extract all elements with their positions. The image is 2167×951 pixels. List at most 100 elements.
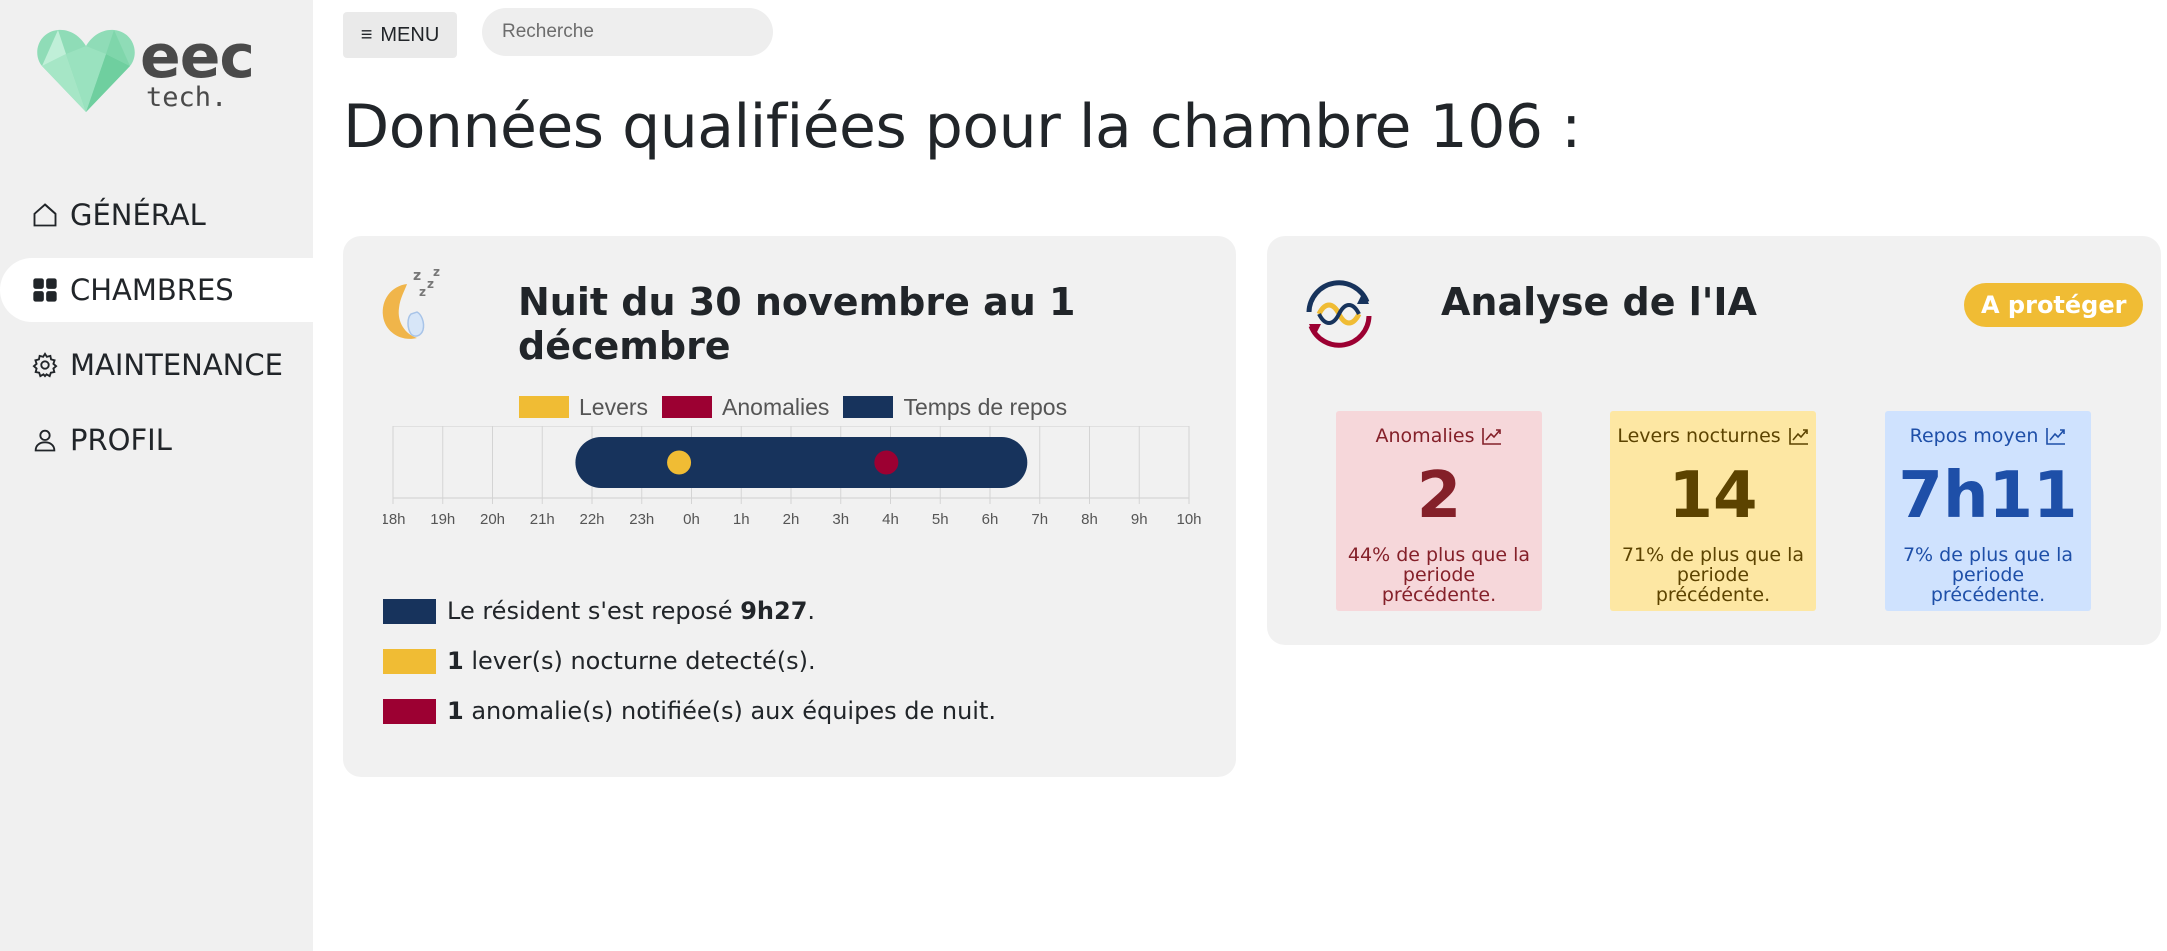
tile-note-line: 44% de plus que la [1347, 544, 1531, 566]
legend-repos[interactable]: Temps de repos [843, 394, 1067, 421]
legend-anomalies-label: Anomalies [722, 393, 830, 420]
tile-note-line: 71% de plus que la [1621, 544, 1805, 566]
night-card-title: Nuit du 30 novembre au 1 décembre [518, 280, 1076, 368]
legend-anomalies-swatch [662, 396, 713, 418]
legend-levers-swatch [519, 396, 569, 418]
tile-note: 44% de plus que la periode précédente. [1336, 545, 1542, 605]
tile-note-line: periode précédente. [1655, 564, 1771, 606]
menu-label: MENU [380, 23, 440, 46]
chart-tick-label: 8h [1081, 511, 1098, 528]
tile-value: 14 [1668, 459, 1758, 533]
chart-tick-label: 20h [480, 511, 505, 528]
sidebar-item-label: GÉNÉRAL [70, 198, 206, 232]
stat-rest-prefix: Le résident s'est reposé [447, 597, 741, 625]
sidebar-item-profil[interactable]: PROFIL [0, 408, 313, 472]
home-icon [30, 200, 60, 230]
chart-anomaly-point [874, 450, 899, 475]
stat-rest-value: 9h27 [740, 597, 808, 625]
tile-label: Levers nocturnes [1617, 425, 1781, 447]
chart-tick-label: 18h [383, 511, 406, 528]
trend-up-icon [2046, 428, 2066, 445]
ai-cycle-icon [1306, 280, 1372, 348]
chart-tick-label: 2h [783, 511, 800, 528]
sidebar-nav: GÉNÉRAL CHAMBRES MAINTENANCE PROFIL [0, 183, 313, 483]
sidebar-item-label: MAINTENANCE [70, 348, 283, 382]
svg-text:z: z [419, 285, 426, 299]
user-icon [30, 425, 60, 455]
stat-levers-swatch [383, 648, 436, 674]
chart-rest-bar [575, 437, 1028, 488]
legend-levers-label: Levers [579, 393, 649, 420]
chart-tick-label: 10h [1176, 511, 1201, 528]
chart-tick-label: 5h [932, 511, 949, 528]
sidebar-item-label: CHAMBRES [70, 273, 234, 307]
tile-anomalies[interactable]: Anomalies 2 44% de plus que la periode p… [1336, 411, 1542, 611]
tile-note: 7% de plus que la periode précédente. [1885, 545, 2091, 605]
stat-levers-count: 1 [447, 647, 464, 675]
hamburger-icon: ≡ [360, 23, 373, 46]
sidebar-item-label: PROFIL [70, 423, 172, 457]
chart-tick-label: 0h [683, 511, 700, 528]
chart-tick-label: 1h [733, 511, 750, 528]
sidebar: eec tech. GÉNÉRAL CHAMBRES MAINTENANCE P… [0, 0, 313, 951]
tile-anomalies-header: Anomalies [1336, 425, 1542, 447]
chart-tick-label: 23h [629, 511, 654, 528]
sidebar-item-chambres[interactable]: CHAMBRES [0, 258, 313, 322]
legend-levers[interactable]: Levers [519, 394, 648, 421]
tile-note-line: periode précédente. [1930, 564, 2046, 606]
tile-levers-header: Levers nocturnes [1610, 425, 1816, 447]
chart-tick-label: 3h [832, 511, 849, 528]
tile-levers-nocturnes[interactable]: Levers nocturnes 14 71% de plus que la p… [1610, 411, 1816, 611]
stat-levers-text: lever(s) nocturne detecté(s). [463, 647, 816, 675]
svg-text:z: z [413, 268, 421, 284]
tile-repos-moyen[interactable]: Repos moyen 7h11 7% de plus que la perio… [1885, 411, 2091, 611]
chart-lever-point [667, 450, 692, 475]
sleep-timeline-chart: 18h 19h 20h 21h 22h 23h 0h 1h 2h 3h 4h 5h 6h 7h 8h 9h 10… [383, 426, 1202, 528]
chart-tick-label: 21h [530, 511, 555, 528]
page-title: Données qualifiées pour la chambre 106 : [343, 92, 1581, 162]
tile-label: Repos moyen [1909, 425, 2039, 447]
stat-anomalies-text: anomalie(s) notifiée(s) aux équipes de n… [463, 697, 996, 725]
brand-sub: tech. [146, 82, 228, 113]
svg-text:z: z [427, 277, 434, 291]
brand-logo[interactable]: eec tech. [36, 22, 266, 116]
night-card: z z z z Nuit du 30 novembre au 1 décembr… [343, 236, 1236, 777]
ia-card: Analyse de l'IA A protéger Anomalies 2 4… [1267, 236, 2161, 645]
legend-repos-label: Temps de repos [903, 393, 1068, 420]
svg-text:z: z [433, 265, 440, 279]
stat-anomalies-count: 1 [447, 697, 464, 725]
legend-repos-swatch [843, 396, 894, 418]
sidebar-item-general[interactable]: GÉNÉRAL [0, 183, 313, 247]
ia-card-title: Analyse de l'IA [1441, 280, 1757, 324]
chart-tick-label: 9h [1131, 511, 1148, 528]
chart-tick-label: 6h [982, 511, 999, 528]
tile-repos-header: Repos moyen [1885, 425, 2091, 447]
stat-rest: Le résident s'est reposé 9h27. [383, 596, 996, 626]
chart-tick-label: 19h [430, 511, 455, 528]
search-input[interactable] [482, 8, 773, 56]
tile-note-line: periode précédente. [1381, 564, 1497, 606]
gear-icon [30, 350, 60, 380]
stat-anomalies-swatch [383, 698, 436, 724]
sidebar-item-maintenance[interactable]: MAINTENANCE [0, 333, 313, 397]
legend-anomalies[interactable]: Anomalies [662, 394, 829, 421]
chart-tick-label: 7h [1031, 511, 1048, 528]
grid-icon [30, 275, 60, 305]
status-badge: A protéger [1964, 283, 2144, 327]
sleeping-moon-icon: z z z z [382, 265, 440, 339]
tile-note: 71% de plus que la periode précédente. [1610, 545, 1816, 605]
menu-button[interactable]: ≡ MENU [343, 12, 457, 58]
trend-up-icon [1482, 428, 1502, 445]
stat-anomalies: 1 anomalie(s) notifiée(s) aux équipes de… [383, 696, 996, 726]
chart-legend: Levers Anomalies Temps de repos [519, 392, 1081, 422]
tile-value: 7h11 [1898, 459, 2078, 533]
night-stats: Le résident s'est reposé 9h27. 1 lever(s… [383, 596, 996, 746]
stat-rest-suffix: . [807, 597, 816, 625]
trend-up-icon [1788, 428, 1808, 445]
stat-levers: 1 lever(s) nocturne detecté(s). [383, 646, 996, 676]
tile-label: Anomalies [1375, 425, 1475, 447]
heart-logo-icon [37, 29, 135, 112]
tile-value: 2 [1416, 459, 1462, 533]
chart-tick-label: 4h [882, 511, 899, 528]
stat-rest-swatch [383, 598, 436, 624]
